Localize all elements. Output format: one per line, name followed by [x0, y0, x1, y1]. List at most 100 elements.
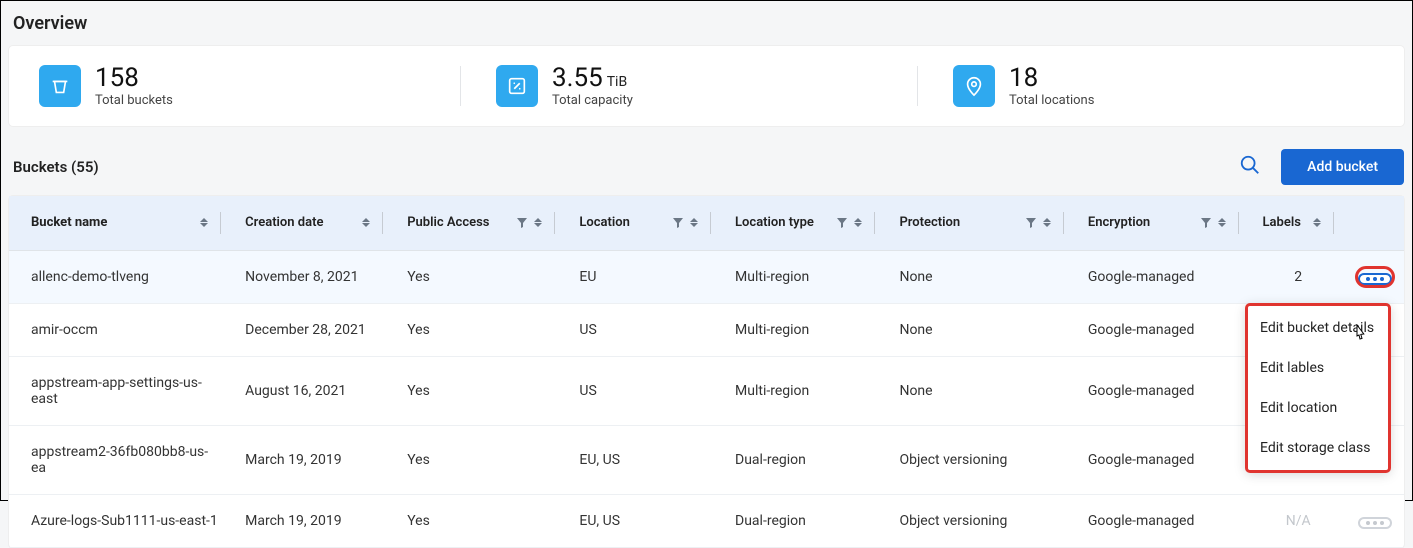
buckets-table: Bucket name Creation date Public Access … — [9, 196, 1404, 548]
row-context-menu: Edit bucket details Edit lables Edit loc… — [1246, 304, 1390, 472]
menu-edit-storage-class[interactable]: Edit storage class — [1246, 428, 1390, 468]
table-row[interactable]: amir-occm December 28, 2021 Yes US Multi… — [9, 303, 1404, 356]
stat-buckets-value: 158 — [95, 64, 173, 93]
cell-creation-date: August 16, 2021 — [233, 356, 395, 425]
cell-encryption: Google-managed — [1076, 250, 1251, 303]
col-creation-date[interactable]: Creation date — [233, 196, 395, 251]
cell-public-access: Yes — [395, 356, 567, 425]
stat-locations-value: 18 — [1009, 64, 1094, 93]
cell-labels: 2 — [1251, 250, 1346, 303]
col-location[interactable]: Location — [567, 196, 723, 251]
cell-location-type: Multi-region — [723, 356, 887, 425]
bucket-icon — [39, 65, 81, 107]
col-bucket-name-label: Bucket name — [31, 215, 188, 230]
stat-total-buckets: 158 Total buckets — [39, 64, 460, 108]
cell-encryption: Google-managed — [1076, 494, 1251, 547]
cell-labels: N/A — [1251, 494, 1346, 547]
cell-location-type: Dual-region — [723, 425, 887, 494]
col-bucket-name[interactable]: Bucket name — [9, 196, 233, 251]
capacity-icon — [496, 65, 538, 107]
cell-encryption: Google-managed — [1076, 425, 1251, 494]
cell-creation-date: November 8, 2021 — [233, 250, 395, 303]
stat-buckets-label: Total buckets — [95, 93, 173, 108]
sort-icon[interactable] — [1313, 217, 1323, 229]
menu-edit-labels[interactable]: Edit lables — [1246, 348, 1390, 388]
cell-bucket-name: allenc-demo-tlveng — [9, 250, 233, 303]
cell-creation-date: March 19, 2019 — [233, 425, 395, 494]
sort-icon[interactable] — [690, 217, 700, 229]
col-location-type-label: Location type — [735, 215, 824, 230]
cell-bucket-name: Azure-logs-Sub1111-us-east-1 — [9, 494, 233, 547]
sort-icon[interactable] — [362, 217, 372, 229]
search-icon — [1239, 154, 1261, 176]
col-public-access-label: Public Access — [407, 215, 504, 230]
stat-locations-label: Total locations — [1009, 93, 1094, 108]
table-row[interactable]: allenc-demo-tlveng November 8, 2021 Yes … — [9, 250, 1404, 303]
cell-location: US — [567, 356, 723, 425]
col-labels[interactable]: Labels — [1251, 196, 1346, 251]
menu-edit-location[interactable]: Edit location — [1246, 388, 1390, 428]
table-row[interactable]: Azure-logs-Sub1111-us-east-1 March 19, 2… — [9, 494, 1404, 547]
col-public-access[interactable]: Public Access — [395, 196, 567, 251]
cell-bucket-name: appstream2-36fb080bb8-us-ea — [9, 425, 233, 494]
sort-icon[interactable] — [1043, 217, 1053, 229]
cell-location-type: Dual-region — [723, 494, 887, 547]
location-icon — [953, 65, 995, 107]
filter-icon[interactable] — [672, 217, 684, 229]
buckets-header: Buckets (55) Add bucket — [13, 148, 1404, 186]
cell-protection: Object versioning — [887, 425, 1075, 494]
cell-creation-date: December 28, 2021 — [233, 303, 395, 356]
table-row[interactable]: appstream-app-settings-us-east August 16… — [9, 356, 1404, 425]
table-row[interactable]: appstream2-36fb080bb8-us-ea March 19, 20… — [9, 425, 1404, 494]
cell-location-type: Multi-region — [723, 250, 887, 303]
ellipsis-icon — [1366, 521, 1384, 525]
cell-public-access: Yes — [395, 303, 567, 356]
cell-bucket-name: appstream-app-settings-us-east — [9, 356, 233, 425]
cell-public-access: Yes — [395, 425, 567, 494]
cell-encryption: Google-managed — [1076, 303, 1251, 356]
filter-icon[interactable] — [836, 217, 848, 229]
cell-public-access: Yes — [395, 494, 567, 547]
filter-icon[interactable] — [516, 217, 528, 229]
row-actions-button[interactable] — [1358, 517, 1392, 529]
cell-protection: None — [887, 356, 1075, 425]
sort-icon[interactable] — [534, 217, 544, 229]
col-location-label: Location — [579, 215, 660, 230]
stat-total-locations: 18 Total locations — [917, 64, 1374, 108]
sort-icon[interactable] — [1218, 217, 1228, 229]
sort-icon[interactable] — [200, 217, 210, 229]
menu-edit-bucket-details[interactable]: Edit bucket details — [1246, 308, 1390, 348]
cell-encryption: Google-managed — [1076, 356, 1251, 425]
col-labels-label: Labels — [1263, 215, 1301, 230]
cell-protection: None — [887, 303, 1075, 356]
cell-location: EU — [567, 250, 723, 303]
ellipsis-icon — [1366, 277, 1384, 281]
add-bucket-button[interactable]: Add bucket — [1281, 149, 1404, 185]
stat-capacity-unit: TiB — [607, 74, 627, 90]
row-actions-button[interactable] — [1358, 273, 1392, 285]
col-encryption[interactable]: Encryption — [1076, 196, 1251, 251]
cell-location: EU, US — [567, 425, 723, 494]
col-creation-date-label: Creation date — [245, 215, 350, 230]
cell-protection: None — [887, 250, 1075, 303]
col-encryption-label: Encryption — [1088, 215, 1188, 230]
filter-icon[interactable] — [1200, 217, 1212, 229]
stats-panel: 158 Total buckets 3.55TiB Total capacity… — [9, 46, 1404, 126]
page-title: Overview — [13, 13, 1404, 34]
col-location-type[interactable]: Location type — [723, 196, 887, 251]
search-button[interactable] — [1233, 148, 1267, 186]
col-protection[interactable]: Protection — [887, 196, 1075, 251]
cell-bucket-name: amir-occm — [9, 303, 233, 356]
cell-location-type: Multi-region — [723, 303, 887, 356]
buckets-title: Buckets (55) — [13, 158, 99, 176]
stat-capacity-value: 3.55 — [552, 63, 603, 93]
cell-location: EU, US — [567, 494, 723, 547]
cell-protection: Object versioning — [887, 494, 1075, 547]
buckets-table-container: Bucket name Creation date Public Access … — [9, 196, 1404, 548]
col-protection-label: Protection — [899, 215, 1012, 230]
stat-capacity-label: Total capacity — [552, 93, 633, 108]
filter-icon[interactable] — [1025, 217, 1037, 229]
cell-public-access: Yes — [395, 250, 567, 303]
sort-icon[interactable] — [854, 217, 864, 229]
cell-creation-date: March 19, 2019 — [233, 494, 395, 547]
